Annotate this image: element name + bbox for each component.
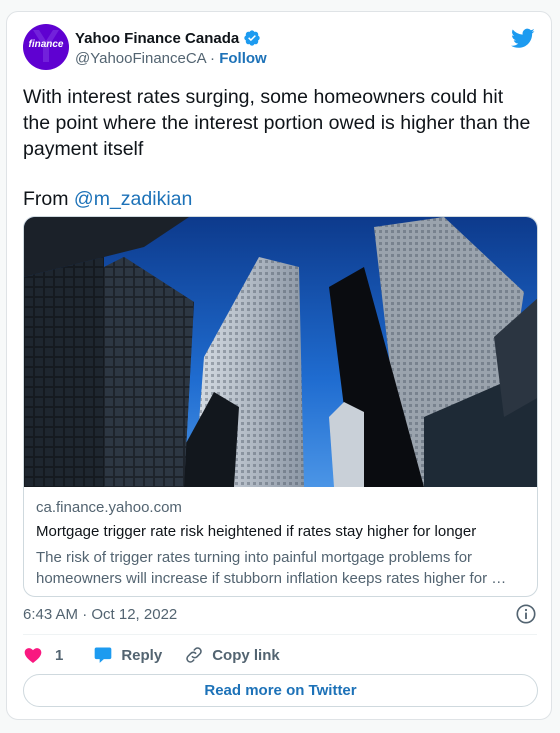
link-preview-card[interactable]: ca.finance.yahoo.com Mortgage trigger ra… — [23, 216, 538, 597]
author-name-row: Yahoo Finance Canada — [75, 29, 261, 47]
link-description: The risk of trigger rates turning into p… — [36, 547, 526, 589]
speech-bubble-icon — [95, 647, 112, 663]
author-handle-row: @YahooFinanceCA · Follow — [75, 50, 267, 67]
link-card-body: ca.finance.yahoo.com Mortgage trigger ra… — [36, 499, 526, 589]
divider — [23, 634, 537, 635]
info-icon[interactable] — [515, 603, 537, 625]
skyscrapers-image — [24, 217, 537, 487]
handle-separator: · — [210, 50, 216, 67]
like-button[interactable]: 1 — [23, 645, 63, 665]
verified-badge-icon — [244, 30, 260, 46]
follow-button[interactable]: Follow — [219, 50, 267, 67]
heart-icon — [24, 648, 42, 663]
tweet-attribution: From @m_zadikian — [23, 186, 533, 212]
link-description-line-1: The risk of trigger rates turning into p… — [36, 549, 473, 566]
from-label: From — [23, 188, 69, 210]
tweet-text: With interest rates surging, some homeow… — [23, 84, 533, 212]
tweet-card: finance Yahoo Finance Canada @YahooFinan… — [6, 11, 552, 720]
tweet-body: With interest rates surging, some homeow… — [23, 86, 531, 160]
mention-link[interactable]: @m_zadikian — [74, 188, 192, 210]
read-more-button[interactable]: Read more on Twitter — [23, 674, 538, 707]
copy-link-label: Copy link — [212, 646, 280, 664]
action-bar: 1 Reply Copy link — [23, 645, 280, 665]
twitter-bird-icon[interactable] — [511, 26, 535, 50]
author-handle[interactable]: @YahooFinanceCA — [75, 50, 206, 67]
tweet-timestamp[interactable]: 6:43 AM · Oct 12, 2022 — [23, 606, 177, 623]
copy-link-button[interactable]: Copy link — [184, 645, 280, 665]
author-display-name[interactable]: Yahoo Finance Canada — [75, 30, 239, 47]
like-count: 1 — [55, 646, 64, 664]
avatar[interactable]: finance — [23, 24, 69, 70]
link-title[interactable]: Mortgage trigger rate risk heightened if… — [36, 523, 526, 540]
reply-label: Reply — [121, 646, 163, 664]
link-domain: ca.finance.yahoo.com — [36, 499, 182, 516]
link-icon — [186, 647, 202, 663]
reply-button[interactable]: Reply — [93, 645, 162, 665]
avatar-logo-text: finance — [28, 39, 64, 50]
link-description-line-2: homeowners will increase if stubborn inf… — [36, 570, 507, 587]
